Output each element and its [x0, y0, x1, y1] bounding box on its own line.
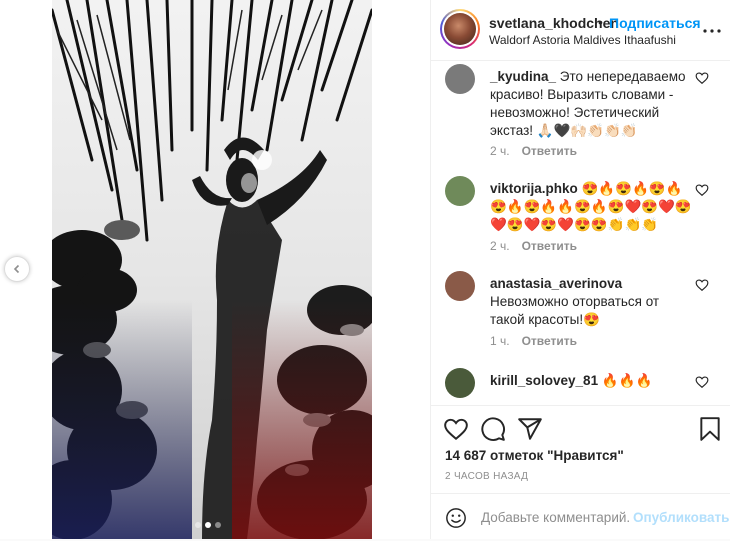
comment-time[interactable]: 2 ч. [490, 144, 510, 158]
comment-like-icon[interactable] [695, 375, 709, 389]
photo-image [52, 0, 372, 539]
post-timestamp[interactable]: 2 ЧАСОВ НАЗАД [445, 471, 528, 482]
carousel-dot [215, 522, 221, 528]
more-options-button[interactable] [702, 21, 722, 41]
comment-time[interactable]: 2 ч. [490, 239, 510, 253]
comment-like-icon[interactable] [695, 183, 709, 197]
author-avatar[interactable] [440, 9, 480, 49]
carousel-dots [195, 522, 221, 528]
follow-button[interactable]: Подписаться [609, 15, 701, 31]
carousel-prev-button[interactable] [4, 256, 30, 282]
publish-button[interactable]: Опубликовать [633, 510, 729, 525]
comment-meta: 2 ч. Ответить [490, 144, 577, 158]
comment-like-icon[interactable] [695, 71, 709, 85]
reply-button[interactable]: Ответить [522, 144, 577, 158]
commenter-avatar[interactable] [445, 368, 475, 398]
heart-icon[interactable] [443, 416, 469, 442]
comments-list[interactable]: _kyudina_ Это непередаваемо красиво! Выр… [431, 61, 730, 405]
carousel-dot [195, 522, 201, 528]
add-comment-bar: Опубликовать [431, 493, 730, 541]
commenter-username[interactable]: _kyudina_ [490, 69, 556, 84]
share-icon[interactable] [517, 416, 543, 442]
commenter-username[interactable]: anastasia_averinova [490, 276, 622, 291]
chevron-left-icon [13, 264, 20, 274]
post-photo[interactable] [52, 0, 372, 539]
post-actions: 14 687 отметок "Нравится" 2 ЧАСОВ НАЗАД … [431, 405, 730, 540]
post-dialog: svetlana_khodchen • Подписаться Waldorf … [0, 0, 730, 539]
comment-icon[interactable] [480, 416, 506, 442]
comment-input[interactable] [481, 507, 631, 527]
post-location[interactable]: Waldorf Astoria Maldives Ithaafushi [489, 33, 676, 47]
commenter-username[interactable]: viktorija.phko [490, 181, 578, 196]
comment-text: Невозможно оторваться от такой красоты!😍 [490, 294, 660, 327]
comment-body: viktorija.phko 😍🔥😍🔥😍🔥😍🔥😍🔥🔥😍🔥😍❤️😍❤️😍❤️😍❤️… [490, 180, 695, 234]
comment-body: kirill_solovey_81 🔥🔥🔥 [490, 372, 695, 390]
commenter-avatar[interactable] [445, 64, 475, 94]
header-separator: • [598, 14, 603, 30]
likes-count[interactable]: 14 687 отметок "Нравится" [445, 448, 624, 463]
post-header: svetlana_khodchen • Подписаться Waldorf … [431, 0, 730, 61]
post-media [0, 0, 431, 539]
commenter-avatar[interactable] [445, 176, 475, 206]
bookmark-icon[interactable] [697, 416, 723, 442]
comment-meta: 2 ч. Ответить [490, 239, 577, 253]
comment-text: 🔥🔥🔥 [601, 373, 653, 388]
commenter-username[interactable]: kirill_solovey_81 [490, 373, 598, 388]
post-side-panel: svetlana_khodchen • Подписаться Waldorf … [431, 0, 730, 539]
reply-button[interactable]: Ответить [522, 239, 577, 253]
comment-body: anastasia_averinova Невозможно оторватьс… [490, 275, 695, 329]
comment-body: _kyudina_ Это непередаваемо красиво! Выр… [490, 68, 695, 140]
more-icon [703, 29, 721, 33]
reply-button[interactable]: Ответить [522, 334, 577, 348]
carousel-dot-active [205, 522, 211, 528]
comment-time[interactable]: 1 ч. [490, 334, 510, 348]
comment-like-icon[interactable] [695, 278, 709, 292]
commenter-avatar[interactable] [445, 271, 475, 301]
emoji-icon[interactable] [445, 507, 467, 529]
comment-meta: 1 ч. Ответить [490, 334, 577, 348]
